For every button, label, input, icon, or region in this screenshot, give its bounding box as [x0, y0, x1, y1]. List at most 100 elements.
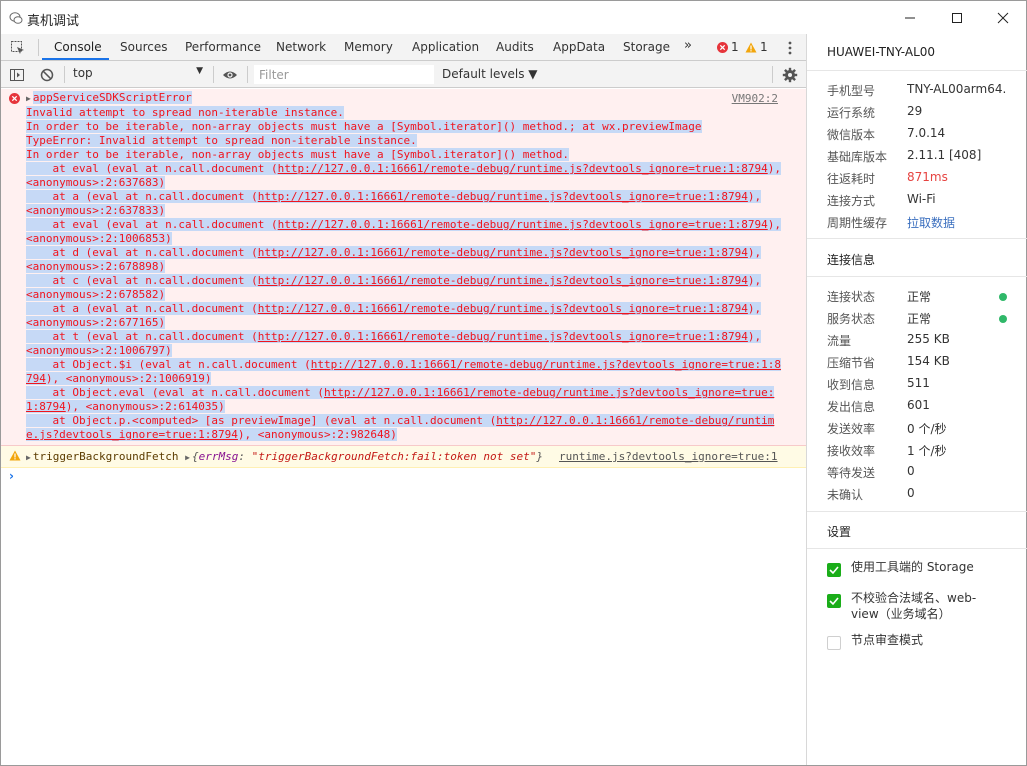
stack-frame-link[interactable]: http://127.0.0.1:16661/remote-debug/runt…	[258, 246, 748, 259]
tab-network[interactable]: Network	[276, 40, 326, 54]
stack-frame-link[interactable]: 1:8794	[26, 400, 66, 413]
stack-frame: ),	[767, 162, 781, 175]
tab-appdata[interactable]: AppData	[553, 40, 605, 54]
stack-frame-link[interactable]: http://127.0.0.1:16661/remote-debug/runt…	[324, 386, 774, 399]
conn-value: 154 KB	[907, 354, 950, 368]
error-counter[interactable]: 1	[717, 40, 739, 54]
warning-counter[interactable]: 1	[745, 40, 768, 54]
log-levels-dropdown[interactable]: Default levels ▼	[442, 67, 538, 81]
stack-frame-link[interactable]: http://127.0.0.1:16661/remote-debug/runt…	[258, 330, 748, 343]
error-circle-icon	[9, 93, 20, 104]
info-row: 手机型号 TNY-AL00arm64...	[827, 82, 1022, 102]
conn-value: 1 个/秒	[907, 444, 947, 458]
live-expression-eye-icon[interactable]	[222, 67, 238, 83]
info-value: TNY-AL00arm64...	[907, 82, 1007, 96]
tab-storage[interactable]: Storage	[623, 40, 670, 54]
error-line: In order to be iterable, non-array objec…	[26, 148, 570, 161]
node-inspect-checkbox[interactable]	[827, 636, 841, 650]
stack-frame-link[interactable]: http://127.0.0.1:16661/remote-debug/runt…	[278, 162, 768, 175]
stack-frame-link[interactable]: http://127.0.0.1:16661/remote-debug/runt…	[258, 190, 748, 203]
skip-domain-check-checkbox[interactable]	[827, 594, 841, 608]
stack-frame-link[interactable]: http://127.0.0.1:16661/remote-debug/runt…	[278, 218, 768, 231]
app-logo-icon	[9, 12, 23, 24]
toolbar-separator	[213, 66, 214, 83]
devtools-tab-bar: Console Sources Performance Network Memo…	[1, 34, 806, 61]
stack-frame-link[interactable]: http://127.0.0.1:16661/remote-debug/runt…	[311, 358, 781, 371]
stack-frame-link[interactable]: 794	[26, 372, 46, 385]
maximize-button[interactable]	[934, 1, 980, 34]
toolbar-separator	[64, 66, 65, 83]
error-circle-icon	[717, 41, 728, 53]
tab-console[interactable]: Console	[54, 40, 102, 54]
stack-frame: <anonymous>:2:1006797)	[26, 344, 172, 357]
console-output[interactable]: VM902:2 ▶ appServiceSDKScriptError Invali…	[1, 89, 806, 765]
skip-domain-check-label[interactable]: 不校验合法域名、web-view（业务域名）	[851, 590, 1001, 622]
close-icon	[997, 12, 1009, 24]
conn-row: 接收效率 1 个/秒	[827, 442, 1022, 462]
stack-frame: ),	[747, 274, 762, 287]
settings-section-title: 设置	[827, 525, 852, 539]
tab-audits[interactable]: Audits	[496, 40, 534, 54]
conn-label: 未确认	[827, 488, 864, 502]
conn-label: 收到信息	[827, 378, 876, 392]
context-value: top	[73, 66, 93, 80]
error-message[interactable]: VM902:2 ▶ appServiceSDKScriptError Invali…	[1, 89, 806, 446]
fetch-data-link[interactable]: 拉取数据	[907, 214, 1007, 231]
tab-memory[interactable]: Memory	[344, 40, 393, 54]
more-options-icon[interactable]	[783, 40, 797, 56]
warning-text: ▶ triggerBackgroundFetch ▶ {errMsg: "trigg…	[26, 450, 543, 463]
info-row: 基础库版本 2.11.1 [408]	[827, 148, 1022, 168]
devtools-pane: Console Sources Performance Network Memo…	[1, 34, 806, 765]
minimize-button[interactable]	[887, 1, 933, 34]
node-inspect-label[interactable]: 节点审查模式	[851, 632, 1001, 648]
conn-value: 255 KB	[907, 332, 950, 346]
checkmark-icon	[829, 597, 839, 606]
stack-frame-link[interactable]: http://127.0.0.1:16661/remote-debug/runt…	[496, 414, 774, 427]
info-row: 运行系统 29	[827, 104, 1022, 124]
status-ok-dot	[999, 315, 1007, 323]
conn-value: 0	[907, 486, 915, 500]
console-settings-gear-icon[interactable]	[782, 67, 798, 83]
show-sidebar-icon[interactable]	[9, 67, 25, 83]
stack-frame: at t (eval at n.call.document (	[26, 330, 258, 343]
conn-label: 压缩节省	[827, 356, 876, 370]
tab-performance[interactable]: Performance	[185, 40, 261, 54]
divider	[807, 511, 1027, 512]
stack-frame: ), <anonymous>:2:1006919)	[45, 372, 212, 385]
expand-triangle-icon[interactable]: ▶	[185, 453, 190, 462]
stack-frame-link[interactable]: http://127.0.0.1:16661/remote-debug/runt…	[258, 274, 748, 287]
conn-value: 正常	[907, 312, 932, 326]
minimize-icon	[905, 17, 915, 19]
stack-frame-link[interactable]: http://127.0.0.1:16661/remote-debug/runt…	[258, 302, 748, 315]
stack-frame: at eval (eval at n.call.document (	[26, 162, 278, 175]
error-stack: ▶ appServiceSDKScriptError Invalid attemp…	[26, 91, 781, 442]
clear-console-icon[interactable]	[39, 67, 55, 83]
stack-frame: ),	[747, 302, 762, 315]
stack-frame: ),	[747, 330, 762, 343]
error-line: In order to be iterable, non-array objec…	[26, 120, 702, 133]
close-button[interactable]	[980, 1, 1026, 34]
conn-row: 服务状态 正常	[827, 310, 1022, 330]
tab-application[interactable]: Application	[412, 40, 479, 54]
divider	[807, 70, 1027, 71]
maximize-icon	[952, 13, 962, 23]
more-tabs-button[interactable]: »	[684, 38, 692, 53]
devtools-window: 真机调试 Console Sources Performance Network…	[0, 0, 1027, 766]
warning-source-link[interactable]: runtime.js?devtools_ignore=true:1	[559, 450, 778, 463]
inspect-element-icon[interactable]	[10, 40, 26, 56]
warning-message[interactable]: ▶ triggerBackgroundFetch ▶ {errMsg: "trigg…	[1, 446, 806, 468]
expand-triangle-icon[interactable]: ▶	[26, 453, 31, 462]
context-selector[interactable]: top ▼	[73, 66, 207, 84]
stack-frame-link[interactable]: e.js?devtools_ignore=true:1:8794	[26, 428, 238, 441]
active-tab-indicator	[42, 58, 109, 60]
use-tool-storage-checkbox[interactable]	[827, 563, 841, 577]
stack-frame: <anonymous>:2:1006853)	[26, 232, 172, 245]
use-tool-storage-label[interactable]: 使用工具端的 Storage	[851, 559, 1001, 575]
warning-object[interactable]: {errMsg: "triggerBackgroundFetch:fail:to…	[192, 450, 543, 463]
console-prompt[interactable]: ›	[9, 469, 14, 483]
expand-triangle-icon[interactable]: ▶	[26, 92, 31, 106]
device-info-sidebar: HUAWEI-TNY-AL00 手机型号 TNY-AL00arm64... 运行系…	[806, 34, 1027, 765]
tab-sources[interactable]: Sources	[120, 40, 167, 54]
stack-frame: at Object.$i (eval at n.call.document (	[26, 358, 311, 371]
filter-input[interactable]	[254, 65, 434, 84]
